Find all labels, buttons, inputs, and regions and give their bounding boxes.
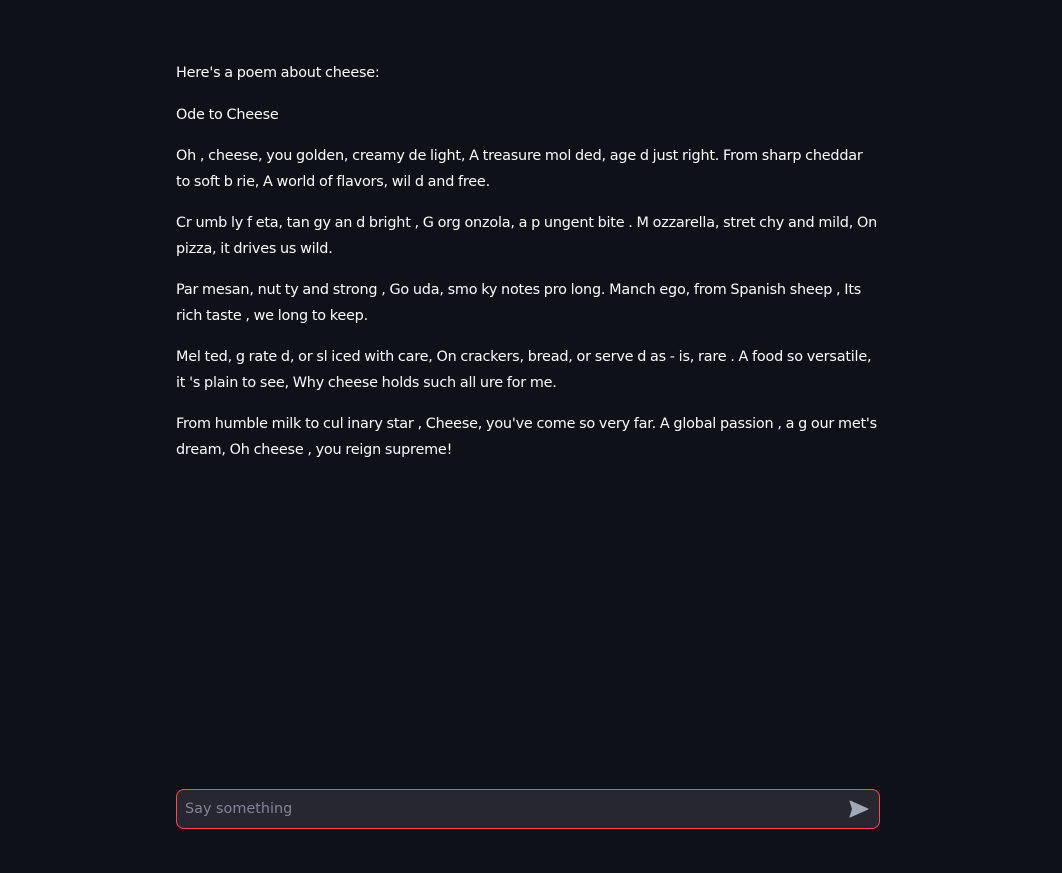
poem-stanza: Oh , cheese, you golden, creamy de light… xyxy=(176,148,863,190)
chat-input-field[interactable] xyxy=(185,790,835,828)
chat-input-box xyxy=(176,789,880,829)
poem-stanza: Par mesan, nut ty and strong , Go uda, s… xyxy=(176,282,862,324)
poem-stanza: Mel ted, g rate d, or sl iced with care,… xyxy=(176,349,872,391)
poem-stanza: From humble milk to cul inary star , Che… xyxy=(176,416,877,458)
send-button[interactable] xyxy=(847,797,871,821)
send-icon xyxy=(849,800,869,818)
message-paragraph: Here's a poem about cheese: xyxy=(176,65,380,81)
poem-title: Ode to Cheese xyxy=(176,106,279,123)
poem-stanza: Cr umb ly f eta, tan gy an d bright , G … xyxy=(176,215,877,257)
assistant-message: Here's a poem about cheese: Ode to Chees… xyxy=(176,61,880,479)
